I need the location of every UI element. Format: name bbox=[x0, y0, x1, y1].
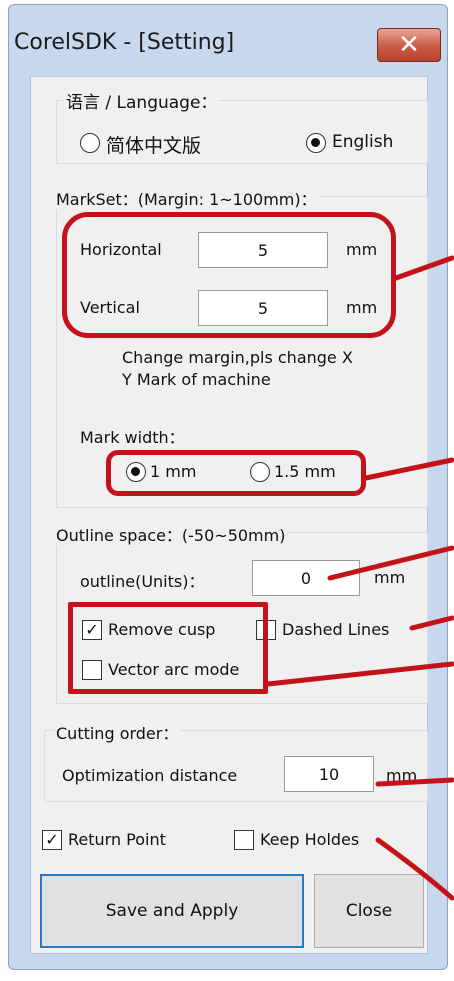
markset-group-label: MarkSet：(Margin: 1~100mm)： bbox=[54, 186, 319, 210]
keep-holdes-label[interactable]: Keep Holdes bbox=[260, 830, 359, 849]
optimization-distance-unit: mm bbox=[386, 766, 418, 785]
annotation-box-margins bbox=[62, 212, 396, 338]
annotation-box-mark-width bbox=[106, 450, 366, 496]
radio-english-label[interactable]: English bbox=[332, 132, 393, 152]
optimization-distance-label: Optimization distance bbox=[62, 766, 238, 785]
outline-units-input[interactable]: 0 bbox=[252, 560, 360, 596]
save-and-apply-button[interactable]: Save and Apply bbox=[40, 874, 304, 948]
cutting-group-label: Cutting order： bbox=[54, 720, 181, 744]
mark-width-label: Mark width： bbox=[80, 428, 185, 447]
return-point-label[interactable]: Return Point bbox=[68, 830, 166, 849]
language-group-label: 语言 / Language： bbox=[64, 88, 220, 113]
outline-units-label: outline(Units)： bbox=[80, 572, 205, 591]
radio-chinese[interactable] bbox=[80, 133, 100, 153]
dashed-lines-label[interactable]: Dashed Lines bbox=[282, 620, 389, 639]
return-point-checkbox[interactable]: ✓ bbox=[42, 830, 62, 850]
close-icon: ✕ bbox=[398, 30, 420, 60]
radio-english[interactable] bbox=[306, 133, 326, 153]
margin-note-line2: Y Mark of machine bbox=[122, 370, 271, 389]
window-close-button[interactable]: ✕ bbox=[377, 28, 441, 62]
annotation-box-outline-options bbox=[68, 602, 268, 694]
window-title: CorelSDK - [Setting] bbox=[14, 30, 235, 55]
close-button[interactable]: Close bbox=[314, 874, 424, 948]
keep-holdes-checkbox[interactable] bbox=[234, 830, 254, 850]
optimization-distance-input[interactable]: 10 bbox=[284, 756, 374, 792]
margin-note-line1: Change margin,pls change X bbox=[122, 348, 353, 367]
outline-group-label: Outline space：(-50~50mm) bbox=[54, 522, 288, 546]
radio-chinese-label[interactable]: 简体中文版 bbox=[106, 131, 201, 158]
outline-unit: mm bbox=[374, 568, 406, 587]
